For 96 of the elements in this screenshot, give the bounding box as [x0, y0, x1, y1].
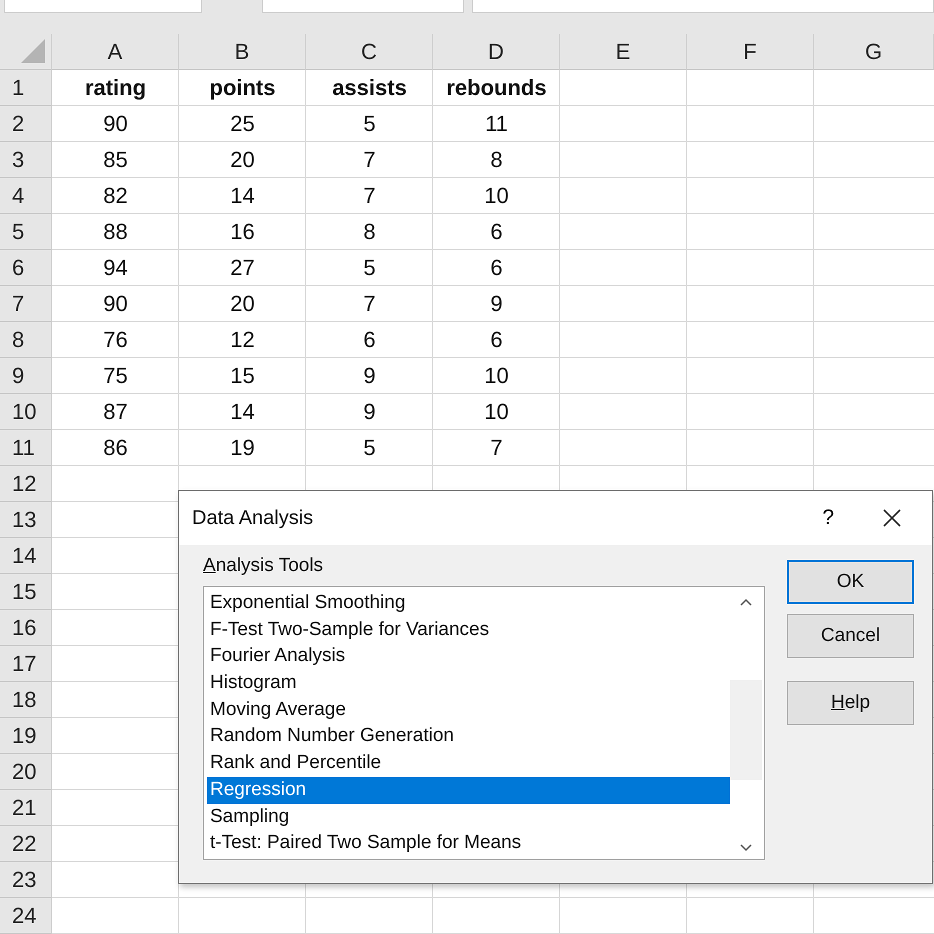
- dialog-title: Data Analysis: [192, 506, 314, 530]
- list-item[interactable]: F-Test Two-Sample for Variances: [207, 616, 730, 644]
- row-header[interactable]: 15: [0, 574, 52, 610]
- table-cell-text: 10: [483, 182, 510, 210]
- table-cell-text: 6: [489, 254, 504, 282]
- table-cell-text: 7: [362, 290, 377, 318]
- table-cell-text: assists: [331, 74, 408, 102]
- row-header[interactable]: 22: [0, 826, 52, 862]
- list-item[interactable]: Random Number Generation: [207, 723, 730, 750]
- table-cell-text: 76: [102, 326, 129, 354]
- row-header[interactable]: 2: [0, 106, 52, 142]
- row-header[interactable]: 12: [0, 466, 52, 502]
- column-header[interactable]: G: [814, 34, 934, 70]
- column-header[interactable]: D: [433, 34, 560, 70]
- column-header[interactable]: C: [306, 34, 433, 70]
- dialog-button[interactable]: Help: [787, 681, 914, 725]
- list-item[interactable]: Histogram: [207, 670, 730, 697]
- table-cell-text: 8: [362, 218, 377, 246]
- table-cell-text: 6: [489, 326, 504, 354]
- row-header[interactable]: 11: [0, 430, 52, 466]
- dialog-button[interactable]: Cancel: [787, 614, 914, 658]
- table-cell-text: 7: [362, 182, 377, 210]
- table-cell-text: 19: [229, 434, 256, 462]
- table-cell-text: 90: [102, 110, 129, 138]
- row-header[interactable]: 17: [0, 646, 52, 682]
- table-cell-text: 7: [489, 434, 504, 462]
- table-cell-text: 9: [489, 290, 504, 318]
- row-header[interactable]: 6: [0, 250, 52, 286]
- row-header[interactable]: 13: [0, 502, 52, 538]
- row-header[interactable]: 1: [0, 70, 52, 106]
- row-header[interactable]: 19: [0, 718, 52, 754]
- row-header[interactable]: 10: [0, 394, 52, 430]
- row-header[interactable]: 7: [0, 286, 52, 322]
- table-cell-text: 7: [362, 146, 377, 174]
- table-cell-text: 9: [362, 398, 377, 426]
- table-cell-text: 12: [229, 326, 256, 354]
- table-cell-text: 94: [102, 254, 129, 282]
- row-header[interactable]: 21: [0, 790, 52, 826]
- row-header[interactable]: 20: [0, 754, 52, 790]
- close-icon: [882, 508, 902, 528]
- list-item[interactable]: Rank and Percentile: [207, 750, 730, 777]
- dialog-button[interactable]: OK: [787, 560, 914, 604]
- table-cell-text: 82: [102, 182, 129, 210]
- row-header[interactable]: 8: [0, 322, 52, 358]
- column-header[interactable]: A: [52, 34, 179, 70]
- scroll-up-icon[interactable]: [740, 598, 752, 606]
- list-item[interactable]: Regression: [207, 776, 730, 804]
- row-header[interactable]: 16: [0, 610, 52, 646]
- table-cell-text: 20: [229, 146, 256, 174]
- table-cell-text: 85: [102, 146, 129, 174]
- scroll-down-icon[interactable]: [740, 844, 752, 852]
- table-cell-text: points: [208, 74, 276, 102]
- table-cell-text: 14: [229, 398, 256, 426]
- table-cell-text: 15: [229, 362, 256, 390]
- table-cell-text: rating: [84, 74, 148, 102]
- table-cell-text: 20: [229, 290, 256, 318]
- table-cell-text: 16: [229, 218, 256, 246]
- list-item[interactable]: Fourier Analysis: [207, 643, 730, 670]
- row-header[interactable]: 18: [0, 682, 52, 718]
- row-header[interactable]: 4: [0, 178, 52, 214]
- row-header[interactable]: 3: [0, 142, 52, 178]
- table-cell-text: 5: [362, 110, 377, 138]
- column-header[interactable]: B: [179, 34, 306, 70]
- row-header[interactable]: 14: [0, 538, 52, 574]
- table-cell-text: 90: [102, 290, 129, 318]
- row-header[interactable]: 9: [0, 358, 52, 394]
- column-header[interactable]: E: [560, 34, 687, 70]
- list-item[interactable]: t-Test: Paired Two Sample for Means: [207, 830, 730, 857]
- table-cell-text: 14: [229, 182, 256, 210]
- table-cell-text: 75: [102, 362, 129, 390]
- table-cell-text: 10: [483, 362, 510, 390]
- table-cell-text: 86: [102, 434, 129, 462]
- table-cell-text: 11: [484, 110, 509, 138]
- help-button[interactable]: ?: [822, 506, 834, 530]
- row-header[interactable]: 23: [0, 862, 52, 898]
- table-cell-text: 88: [102, 218, 129, 246]
- column-header[interactable]: F: [687, 34, 814, 70]
- table-cell-text: 6: [489, 218, 504, 246]
- table-cell-text: 5: [362, 254, 377, 282]
- row-header[interactable]: 24: [0, 898, 52, 934]
- close-button[interactable]: [882, 508, 902, 528]
- table-cell-text: rebounds: [445, 74, 548, 102]
- table-cell-text: 27: [229, 254, 256, 282]
- table-cell-text: 87: [102, 398, 129, 426]
- list-label: Analysis Tools: [203, 555, 324, 577]
- list-item[interactable]: Sampling: [207, 804, 730, 830]
- list-item[interactable]: Moving Average: [207, 696, 730, 724]
- table-cell-text: 6: [362, 326, 377, 354]
- scrollbar-thumb[interactable]: [730, 680, 762, 780]
- list-item[interactable]: Exponential Smoothing: [207, 590, 730, 617]
- row-header[interactable]: 5: [0, 214, 52, 250]
- table-cell-text: 5: [362, 434, 377, 462]
- table-cell-text: 25: [229, 110, 256, 138]
- table-cell-text: 9: [362, 362, 377, 390]
- table-cell-text: 8: [489, 146, 504, 174]
- table-cell-text: 10: [483, 398, 510, 426]
